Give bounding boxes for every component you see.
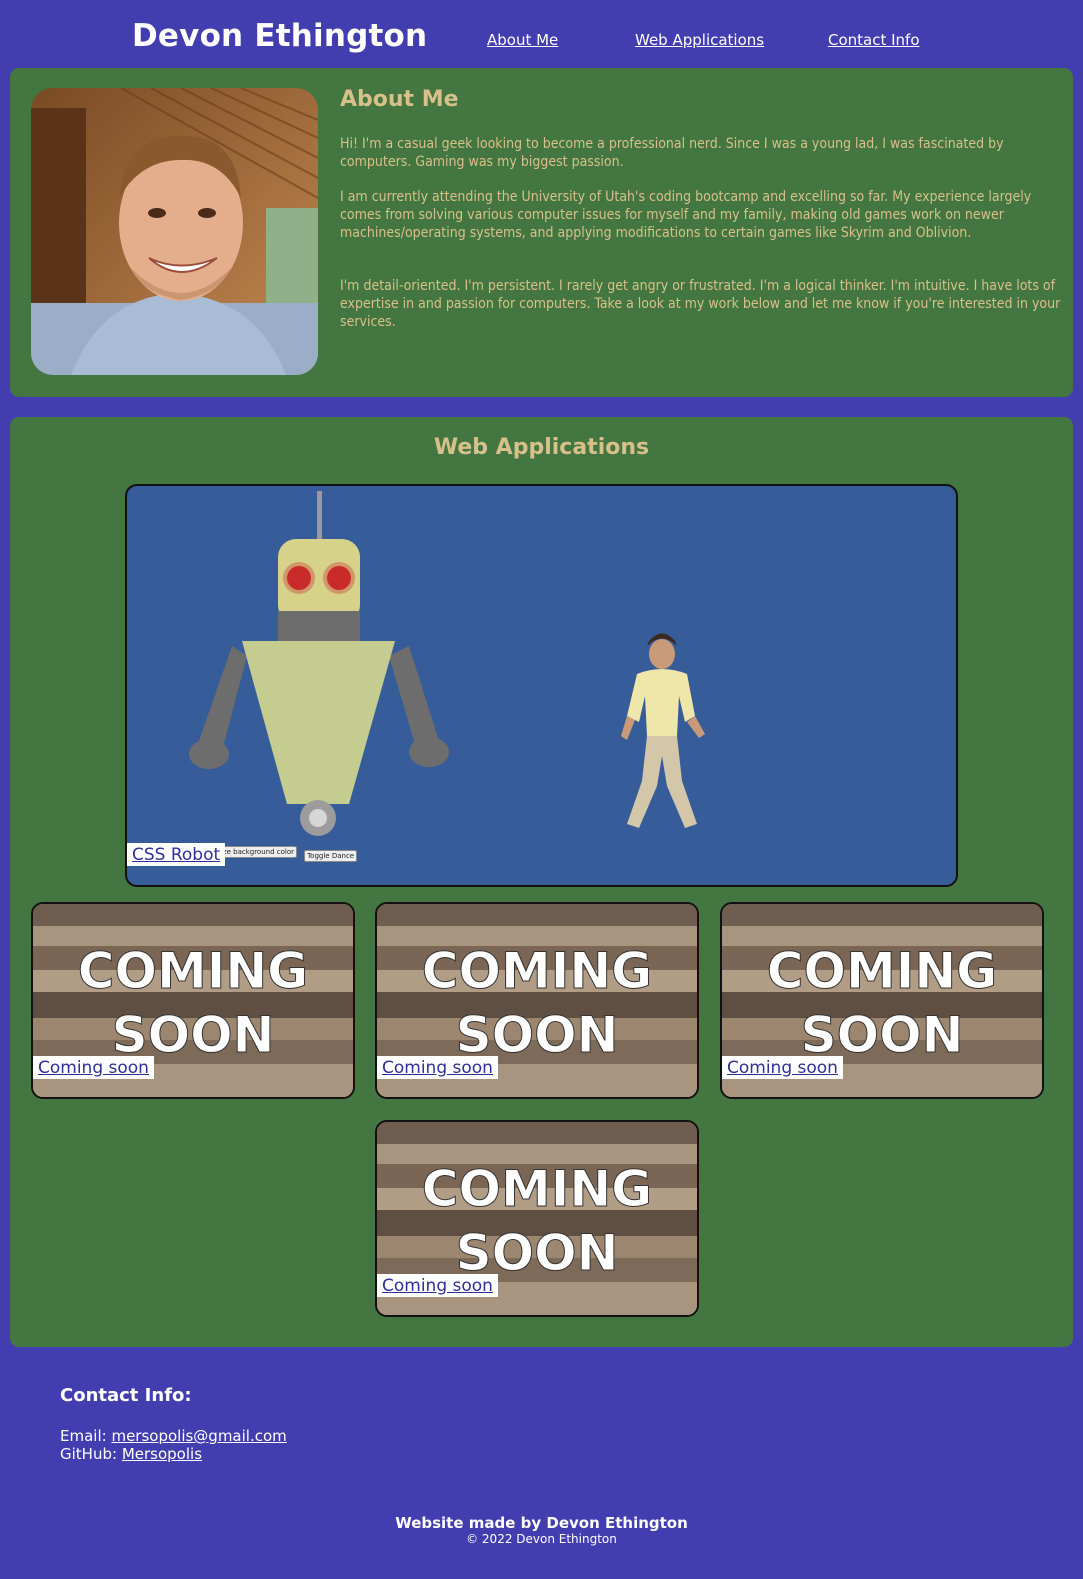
copyright: © 2022 Devon Ethington [466,1532,617,1546]
coming-text: COMING [422,1160,652,1218]
nav-link-about-me[interactable]: About Me [487,31,558,49]
coming-text: COMING [767,942,997,1000]
nav-link-contact-info[interactable]: Contact Info [828,31,920,49]
coming-soon-link[interactable]: Coming soon [722,1056,843,1079]
site-credit: Website made by Devon Ethington [395,1514,688,1532]
coming-text: COMING [422,942,652,1000]
github-link[interactable]: Mersopolis [122,1445,202,1463]
contact-heading: Contact Info: [60,1385,192,1406]
toggle-dance-button[interactable]: Toggle Dance [304,850,358,862]
github-label: GitHub: [60,1445,118,1463]
coming-soon-link[interactable]: Coming soon [377,1056,498,1079]
about-section: About Me Hi! I'm a casual geek looking t… [10,68,1073,397]
css-robot-card[interactable]: Randomize background color Toggle Dance … [125,484,958,887]
site-title: Devon Ethington [132,18,428,54]
nav-link-web-applications[interactable]: Web Applications [635,31,764,49]
about-paragraph-1: Hi! I'm a casual geek looking to become … [340,136,1004,171]
coming-soon-card-3[interactable]: COMING SOON Coming soon [720,902,1044,1099]
about-paragraph-3: I'm detail-oriented. I'm persistent. I r… [340,278,1061,331]
robot-illustration [189,491,705,836]
robot-controls: Randomize background color Toggle Dance [219,843,358,862]
coming-soon-link[interactable]: Coming soon [33,1056,154,1079]
coming-soon-link[interactable]: Coming soon [377,1274,498,1297]
css-robot-link[interactable]: CSS Robot [127,843,226,866]
coming-text: COMING [78,942,308,1000]
profile-photo [31,88,318,375]
coming-soon-card-1[interactable]: COMING SOON Coming soon [31,902,355,1099]
web-applications-section: Web Applications R [10,417,1073,1347]
github-line: GitHub: Mersopolis [60,1445,202,1463]
about-paragraph-2: I am currently attending the University … [340,189,1032,242]
site-header: Devon Ethington About Me Web Application… [0,0,1083,68]
about-heading: About Me [340,87,459,112]
randomize-background-button[interactable]: Randomize background color [219,846,297,858]
web-applications-heading: Web Applications [433,435,650,460]
email-link[interactable]: mersopolis@gmail.com [111,1427,286,1445]
email-label: Email: [60,1427,107,1445]
email-line: Email: mersopolis@gmail.com [60,1427,287,1445]
contact-footer: Contact Info: Email: mersopolis@gmail.co… [0,1347,1083,1579]
coming-soon-card-2[interactable]: COMING SOON Coming soon [375,902,699,1099]
coming-soon-card-4[interactable]: COMING SOON Coming soon [375,1120,699,1317]
